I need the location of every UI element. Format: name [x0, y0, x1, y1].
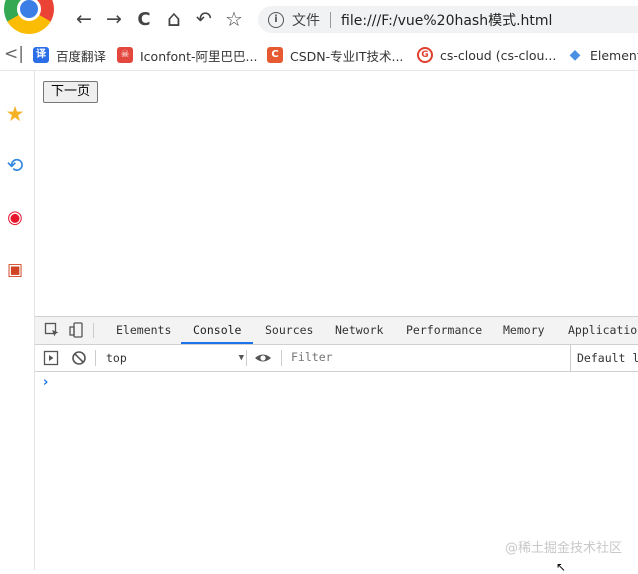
address-separator: [330, 11, 331, 28]
home-button[interactable]: ⌂: [162, 6, 186, 32]
browser-toolbar: ← → C ⌂ ↶ ☆ i 文件 file:///F:/vue%20hash模式…: [0, 0, 638, 38]
browser-logo: [4, 0, 54, 34]
clear-console-icon[interactable]: [71, 350, 87, 366]
bookmark-iconfont[interactable]: ☠ Iconfont-阿里巴巴...: [117, 46, 257, 64]
watermark: @稀土掘金技术社区: [504, 541, 622, 556]
device-toolbar-icon[interactable]: [69, 322, 85, 338]
toolbar-divider: [93, 323, 94, 338]
context-value: top: [106, 351, 127, 365]
undo-close-tab-button[interactable]: ↶: [192, 7, 216, 31]
tab-performance[interactable]: Performance: [406, 317, 482, 344]
tab-console[interactable]: Console: [181, 317, 254, 344]
collapse-sidebar-icon[interactable]: <|: [4, 44, 24, 64]
undo-icon: ↶: [196, 8, 212, 30]
favorites-icon[interactable]: ★: [5, 102, 25, 126]
dropdown-arrow-icon: ▼: [238, 353, 244, 363]
bookmark-element[interactable]: ◆ Element: [567, 46, 638, 64]
mouse-cursor-icon: ↖: [556, 560, 567, 574]
sidebar: ★ ⟲ ◉ ▣: [0, 71, 35, 570]
history-icon[interactable]: ⟲: [5, 153, 25, 177]
bookmark-label: CSDN-专业IT技术...: [290, 48, 404, 64]
toolbar-divider: [95, 350, 96, 366]
inspect-element-icon[interactable]: [44, 322, 60, 338]
bookmark-label: Iconfont-阿里巴巴...: [140, 48, 258, 64]
bookmark-star-button[interactable]: ☆: [222, 7, 246, 31]
console-toolbar: top ▼ Default levels: [35, 345, 638, 372]
reload-button[interactable]: C: [132, 7, 156, 31]
address-url[interactable]: file:///F:/vue%20hash模式.html: [341, 10, 552, 30]
baidu-translate-icon: 译: [33, 47, 49, 63]
bookmarks-bar: <| 译 百度翻译 ☠ Iconfont-阿里巴巴... C CSDN-专业IT…: [0, 40, 638, 71]
forward-arrow-icon: →: [106, 8, 122, 30]
office-icon[interactable]: ▣: [5, 260, 25, 280]
tab-application[interactable]: Application: [568, 317, 638, 344]
back-button[interactable]: ←: [72, 7, 96, 31]
show-sidebar-icon[interactable]: [43, 350, 59, 366]
tab-memory[interactable]: Memory: [503, 317, 545, 344]
csdn-icon: C: [267, 47, 283, 63]
address-scheme-label: 文件: [292, 12, 320, 29]
bookmark-label: 百度翻译: [56, 48, 107, 64]
tab-elements[interactable]: Elements: [116, 317, 171, 344]
bookmark-cs-cloud[interactable]: G cs-cloud (cs-clou...: [417, 46, 556, 64]
weibo-icon[interactable]: ◉: [5, 207, 25, 228]
gitee-icon: G: [417, 47, 433, 63]
bookmark-label: Element: [590, 47, 638, 63]
bookmark-label: cs-cloud (cs-clou...: [440, 47, 557, 63]
info-icon[interactable]: i: [268, 11, 284, 28]
log-levels-dropdown[interactable]: Default levels: [570, 345, 638, 371]
star-outline-icon: ☆: [225, 7, 243, 31]
context-selector[interactable]: top ▼: [100, 348, 248, 368]
devtools-tab-bar: Elements Console Sources Network Perform…: [35, 317, 638, 345]
back-arrow-icon: ←: [76, 8, 92, 30]
console-filter-input[interactable]: [285, 348, 577, 366]
address-bar[interactable]: i 文件 file:///F:/vue%20hash模式.html: [258, 6, 638, 33]
toolbar-divider: [281, 350, 282, 366]
tab-sources[interactable]: Sources: [265, 317, 313, 344]
devtools-panel: Elements Console Sources Network Perform…: [35, 316, 638, 571]
tab-network[interactable]: Network: [335, 317, 383, 344]
forward-button[interactable]: →: [102, 7, 126, 31]
bookmark-baidu-translate[interactable]: 译 百度翻译: [33, 46, 106, 64]
element-icon: ◆: [567, 47, 583, 63]
iconfont-icon: ☠: [117, 47, 133, 63]
reload-icon: C: [137, 8, 151, 30]
bookmark-csdn[interactable]: C CSDN-专业IT技术...: [267, 46, 403, 64]
live-expression-eye-icon[interactable]: [254, 350, 272, 366]
home-icon: ⌂: [167, 6, 181, 32]
console-prompt-icon: ›: [43, 375, 49, 390]
page-content: 下一页: [35, 71, 638, 316]
toolbar-divider: [246, 350, 247, 366]
next-page-button[interactable]: 下一页: [43, 81, 99, 103]
